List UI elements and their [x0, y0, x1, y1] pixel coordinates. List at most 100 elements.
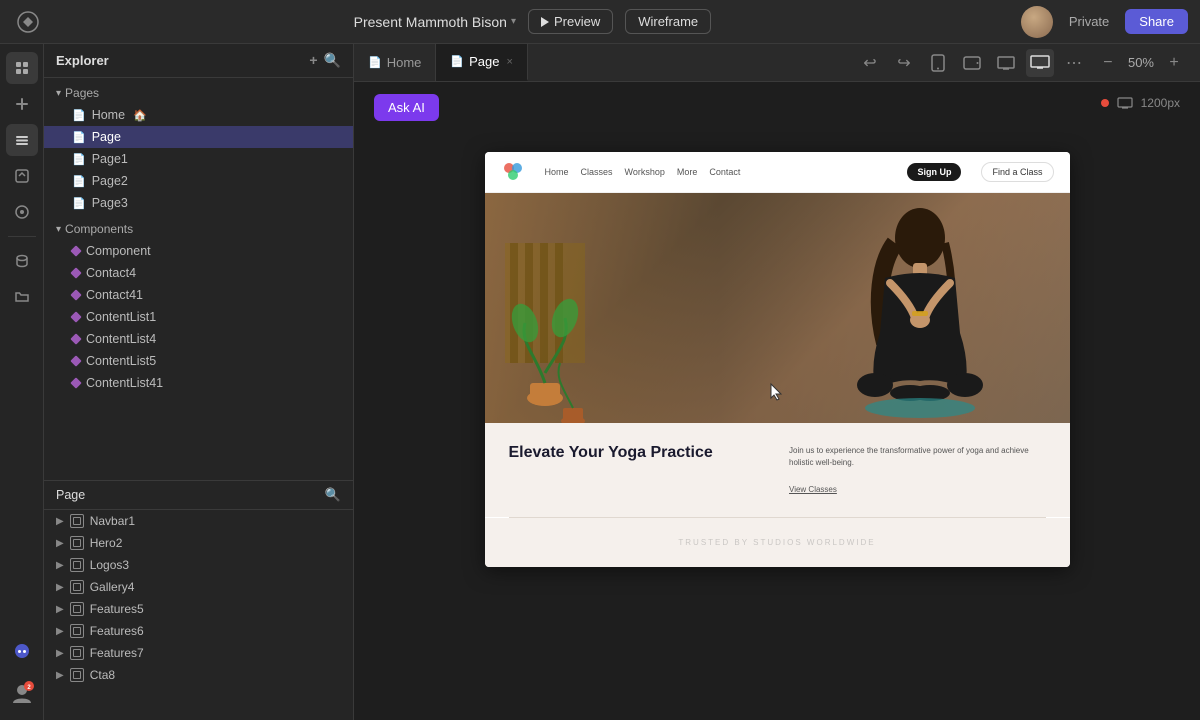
- topbar-left: [12, 6, 44, 38]
- page-home[interactable]: 📄 Home 🏠: [44, 104, 353, 126]
- zoom-level: 50%: [1128, 55, 1154, 70]
- component-contact41[interactable]: Contact41: [44, 284, 353, 306]
- component-contact4[interactable]: Contact4: [44, 262, 353, 284]
- page-page-label: Page: [92, 130, 121, 144]
- project-name[interactable]: Present Mammoth Bison ▾: [354, 14, 516, 30]
- layer-features6[interactable]: ▶ Features6: [44, 620, 353, 642]
- icon-divider: [8, 236, 36, 237]
- styles-icon: [14, 168, 30, 184]
- desktop-view-button[interactable]: [1026, 49, 1054, 77]
- sidebar-icon-styles[interactable]: [6, 160, 38, 192]
- logo-button[interactable]: [12, 6, 44, 38]
- layer-logos3[interactable]: ▶ Logos3: [44, 554, 353, 576]
- component-contentlist5[interactable]: ContentList5: [44, 350, 353, 372]
- tab-page-close[interactable]: ×: [506, 56, 512, 68]
- pages-section: ▾ Pages 📄 Home 🏠 📄 Page 📄 Page1: [44, 82, 353, 214]
- layer-gallery4[interactable]: ▶ Gallery4: [44, 576, 353, 598]
- explorer-header: Explorer + 🔍: [44, 44, 353, 78]
- tab-bar: 📄 Home 📄 Page × ↩ ↪: [354, 44, 1200, 82]
- nav-link-home[interactable]: Home: [545, 167, 569, 177]
- layer-gallery4-label: Gallery4: [90, 580, 135, 594]
- resolution-indicator: 1200px: [1101, 96, 1180, 110]
- zoom-in-button[interactable]: +: [1160, 49, 1188, 77]
- features6-chevron: ▶: [56, 626, 64, 637]
- sidebar-icon-explorer[interactable]: [6, 52, 38, 84]
- page-page1-icon: 📄: [72, 153, 86, 166]
- layer-logos3-label: Logos3: [90, 558, 129, 572]
- desktop-small-icon: [997, 56, 1015, 70]
- undo-button[interactable]: ↩: [856, 49, 884, 77]
- explorer-tree: ▾ Pages 📄 Home 🏠 📄 Page 📄 Page1: [44, 78, 353, 480]
- nav-link-more[interactable]: More: [677, 167, 698, 177]
- sidebar-icon-assets[interactable]: [6, 196, 38, 228]
- mobile-view-button[interactable]: [924, 49, 952, 77]
- desktop-icon: [1030, 55, 1050, 70]
- wireframe-button[interactable]: Wireframe: [625, 9, 711, 34]
- component-diamond-icon: [70, 245, 81, 256]
- sidebar-icon-folder[interactable]: [6, 281, 38, 313]
- mobile-icon: [931, 54, 945, 72]
- layer-features5[interactable]: ▶ Features5: [44, 598, 353, 620]
- share-button[interactable]: Share: [1125, 9, 1188, 34]
- page-page[interactable]: 📄 Page: [44, 126, 353, 148]
- logos3-chevron: ▶: [56, 560, 64, 571]
- explorer-search-icon[interactable]: 🔍: [324, 52, 341, 69]
- layer-cta8[interactable]: ▶ Cta8: [44, 664, 353, 686]
- user-icon[interactable]: 2: [8, 679, 36, 707]
- layer-hero2[interactable]: ▶ Hero2: [44, 532, 353, 554]
- features7-chevron: ▶: [56, 648, 64, 659]
- explorer-add-icon[interactable]: +: [309, 52, 317, 69]
- logo-strip: Trusted by studios worldwide: [509, 530, 1046, 555]
- component-contentlist1[interactable]: ContentList1: [44, 306, 353, 328]
- page-page3-label: Page3: [92, 196, 128, 210]
- nav-link-classes[interactable]: Classes: [581, 167, 613, 177]
- component-contentlist4[interactable]: ContentList4: [44, 328, 353, 350]
- tablet-view-button[interactable]: [958, 49, 986, 77]
- desktop-small-view-button[interactable]: [992, 49, 1020, 77]
- cta8-chevron: ▶: [56, 670, 64, 681]
- layers-search-icon[interactable]: 🔍: [325, 487, 341, 503]
- layers-title: Page: [56, 488, 85, 502]
- ask-ai-button[interactable]: Ask AI: [374, 94, 439, 121]
- avatar[interactable]: [1021, 6, 1053, 38]
- page-page2-icon: 📄: [72, 175, 86, 188]
- component-component[interactable]: Component: [44, 240, 353, 262]
- content-view-classes-link[interactable]: View Classes: [789, 485, 837, 494]
- more-button[interactable]: ⋯: [1060, 49, 1088, 77]
- private-button[interactable]: Private: [1061, 10, 1117, 33]
- layer-hero2-label: Hero2: [90, 536, 123, 550]
- page-content: Elevate Your Yoga Practice Join us to ex…: [485, 423, 1070, 517]
- page-page1[interactable]: 📄 Page1: [44, 148, 353, 170]
- nav-link-contact[interactable]: Contact: [709, 167, 740, 177]
- layer-features7[interactable]: ▶ Features7: [44, 642, 353, 664]
- preview-button[interactable]: Preview: [528, 9, 613, 34]
- nav-class-button[interactable]: Find a Class: [981, 162, 1053, 182]
- page-navbar: Home Classes Workshop More Contact Sign …: [485, 152, 1070, 193]
- zoom-control: − 50% +: [1094, 49, 1188, 77]
- sidebar-icon-data[interactable]: [6, 245, 38, 277]
- sidebar-icon-add[interactable]: [6, 88, 38, 120]
- plant-decoration: [505, 243, 585, 423]
- content-description: Join us to experience the transformative…: [789, 445, 1046, 469]
- zoom-out-button[interactable]: −: [1094, 49, 1122, 77]
- nav-signup-button[interactable]: Sign Up: [907, 163, 961, 181]
- pages-section-header[interactable]: ▾ Pages: [44, 82, 353, 104]
- tab-page[interactable]: 📄 Page ×: [436, 44, 528, 81]
- sidebar-icon-layers[interactable]: [6, 124, 38, 156]
- components-label: Components: [65, 222, 133, 236]
- data-icon: [14, 253, 30, 269]
- layer-features7-label: Features7: [90, 646, 144, 660]
- components-section-header[interactable]: ▾ Components: [44, 218, 353, 240]
- sidebar-icon-discord[interactable]: [6, 635, 38, 667]
- layer-navbar1[interactable]: ▶ Navbar1: [44, 510, 353, 532]
- app-logo-icon: [17, 11, 39, 33]
- page-page2[interactable]: 📄 Page2: [44, 170, 353, 192]
- content-left: Elevate Your Yoga Practice: [509, 443, 766, 468]
- nav-logo: [501, 160, 525, 184]
- nav-link-workshop[interactable]: Workshop: [625, 167, 665, 177]
- tab-home[interactable]: 📄 Home: [354, 44, 436, 81]
- page-page3[interactable]: 📄 Page3: [44, 192, 353, 214]
- tab-home-label: Home: [387, 55, 422, 70]
- component-contentlist41[interactable]: ContentList41: [44, 372, 353, 394]
- redo-button[interactable]: ↪: [890, 49, 918, 77]
